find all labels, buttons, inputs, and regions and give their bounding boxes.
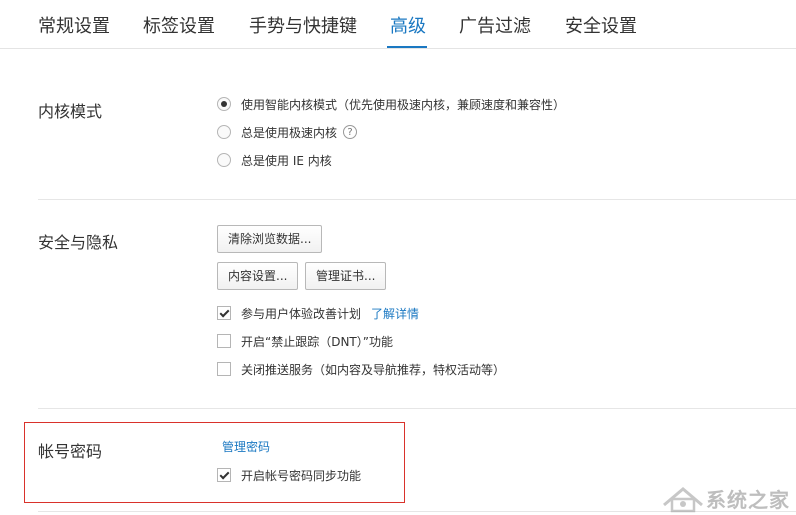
tab-gestures-shortcuts[interactable]: 手势与快捷键 (249, 12, 357, 38)
manage-certificates-button[interactable]: 管理证书... (305, 262, 387, 290)
learn-more-link[interactable]: 了解详情 (371, 305, 419, 322)
tab-ad-filter[interactable]: 广告过滤 (459, 12, 531, 38)
privacy-section-title: 安全与隐私 (38, 233, 119, 252)
password-sync-label: 开启帐号密码同步功能 (241, 468, 362, 483)
tab-security[interactable]: 安全设置 (565, 12, 637, 38)
kernel-option-label: 使用智能内核模式（优先使用极速内核，兼顾速度和兼容性） (241, 97, 566, 112)
site-logo-icon (663, 487, 703, 513)
manage-passwords-link[interactable]: 管理密码 (222, 437, 270, 455)
account-section-title: 帐号密码 (38, 442, 103, 461)
dnt-checkbox-row[interactable]: 开启“禁止跟踪（DNT）”功能 (217, 332, 393, 350)
section-divider (38, 199, 796, 200)
checkbox-checked-icon[interactable] (217, 306, 231, 320)
clear-browsing-data-button[interactable]: 清除浏览数据... (217, 225, 323, 253)
settings-tab-bar: 常规设置 标签设置 手势与快捷键 高级 广告过滤 安全设置 (0, 0, 796, 49)
kernel-option-label: 总是使用 IE 内核 (241, 153, 332, 168)
push-service-checkbox-row[interactable]: 关闭推送服务（如内容及导航推荐，特权活动等） (217, 360, 505, 378)
tab-advanced[interactable]: 高级 (390, 12, 426, 38)
radio-selected-icon[interactable] (217, 97, 231, 111)
kernel-option-label: 总是使用极速内核 (241, 125, 338, 140)
radio-icon[interactable] (217, 125, 231, 139)
tab-general[interactable]: 常规设置 (38, 12, 110, 38)
watermark-text: 系统之家 (706, 487, 790, 512)
kernel-option-fast[interactable]: 总是使用极速内核 ? (217, 123, 358, 141)
kernel-option-smart[interactable]: 使用智能内核模式（优先使用极速内核，兼顾速度和兼容性） (217, 95, 565, 113)
ux-improvement-label: 参与用户体验改善计划 (241, 306, 362, 321)
push-service-label: 关闭推送服务（如内容及导航推荐，特权活动等） (241, 362, 506, 377)
radio-icon[interactable] (217, 153, 231, 167)
checkbox-icon[interactable] (217, 362, 231, 376)
dnt-label: 开启“禁止跟踪（DNT）”功能 (241, 334, 393, 349)
password-sync-checkbox-row[interactable]: 开启帐号密码同步功能 (217, 466, 361, 484)
section-divider (38, 408, 796, 409)
active-tab-indicator (387, 46, 427, 48)
kernel-option-ie[interactable]: 总是使用 IE 内核 (217, 151, 332, 169)
checkbox-icon[interactable] (217, 334, 231, 348)
checkbox-checked-icon[interactable] (217, 468, 231, 482)
content-settings-button[interactable]: 内容设置... (217, 262, 299, 290)
watermark: 系统之家 (660, 483, 790, 513)
help-icon[interactable]: ? (343, 125, 358, 139)
kernel-section-title: 内核模式 (38, 102, 103, 121)
ux-improvement-checkbox-row[interactable]: 参与用户体验改善计划 了解详情 (217, 304, 419, 322)
tab-tabs[interactable]: 标签设置 (143, 12, 215, 38)
highlight-box (24, 422, 405, 503)
